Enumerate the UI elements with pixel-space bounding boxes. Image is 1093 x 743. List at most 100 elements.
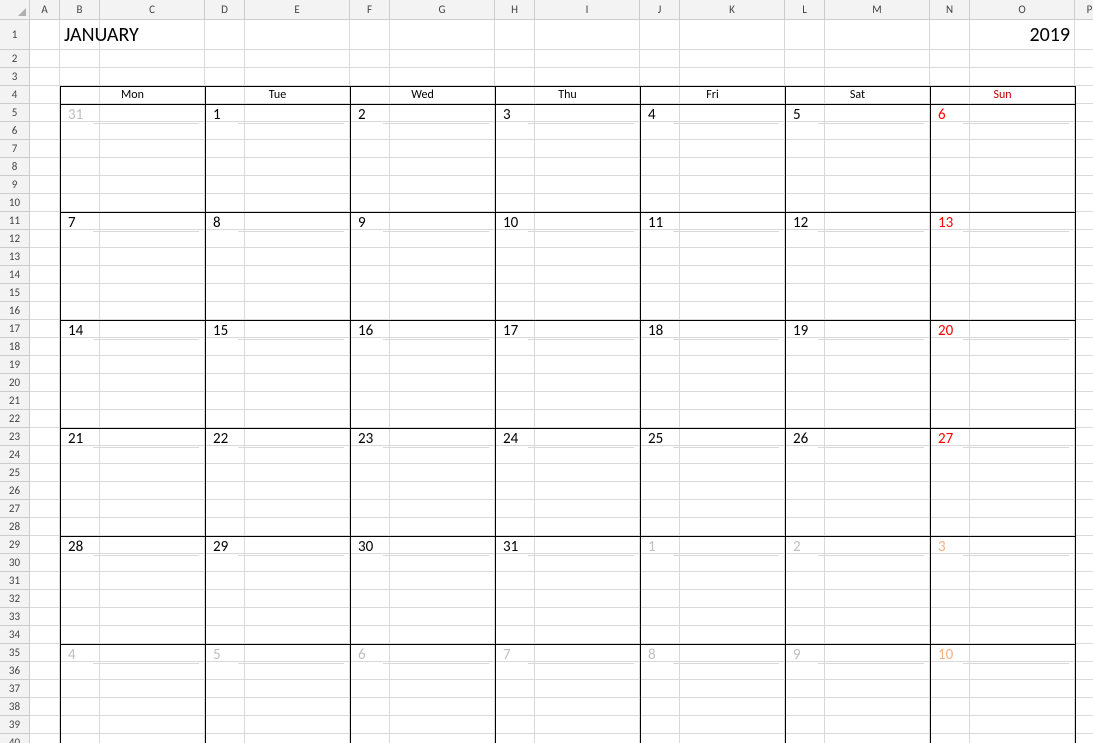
cell-C34[interactable]	[100, 626, 205, 644]
cell-A11[interactable]	[30, 212, 60, 230]
cell-G38[interactable]	[390, 698, 495, 716]
cell-L20[interactable]	[785, 374, 825, 392]
cell-H28[interactable]	[495, 518, 535, 536]
cell-N10[interactable]	[930, 194, 970, 212]
cell-C16[interactable]	[100, 302, 205, 320]
cell-C19[interactable]	[100, 356, 205, 374]
calendar-day[interactable]: 14	[60, 320, 205, 356]
calendar-day[interactable]: 8	[205, 212, 350, 248]
cell-J8[interactable]	[640, 158, 680, 176]
cell-O26[interactable]	[970, 482, 1075, 500]
cell-B16[interactable]	[60, 302, 100, 320]
cell-H19[interactable]	[495, 356, 535, 374]
cell-H37[interactable]	[495, 680, 535, 698]
cell-F21[interactable]	[350, 392, 390, 410]
cell-K40[interactable]	[680, 734, 785, 743]
row-header-34[interactable]: 34	[0, 626, 30, 644]
cell-L26[interactable]	[785, 482, 825, 500]
cell-K14[interactable]	[680, 266, 785, 284]
cell-M7[interactable]	[825, 140, 930, 158]
cell-J13[interactable]	[640, 248, 680, 266]
cell-J16[interactable]	[640, 302, 680, 320]
row-header-21[interactable]: 21	[0, 392, 30, 410]
cell-E8[interactable]	[245, 158, 350, 176]
cell-D15[interactable]	[205, 284, 245, 302]
cell-A27[interactable]	[30, 500, 60, 518]
row-header-29[interactable]: 29	[0, 536, 30, 554]
cell-P34[interactable]	[1075, 626, 1093, 644]
cell-H38[interactable]	[495, 698, 535, 716]
cell-G37[interactable]	[390, 680, 495, 698]
cell-C2[interactable]	[100, 50, 205, 68]
cell-M31[interactable]	[825, 572, 930, 590]
year-label[interactable]: 2019	[970, 20, 1075, 50]
row-header-3[interactable]: 3	[0, 68, 30, 86]
cell-N19[interactable]	[930, 356, 970, 374]
cell-E1[interactable]	[245, 20, 350, 50]
cell-P18[interactable]	[1075, 338, 1093, 356]
sheet-content[interactable]: JANUARY2019MonTueWedThuFriSatSun31123456…	[30, 20, 1093, 743]
cell-L13[interactable]	[785, 248, 825, 266]
cell-N13[interactable]	[930, 248, 970, 266]
row-header-30[interactable]: 30	[0, 554, 30, 572]
cell-O13[interactable]	[970, 248, 1075, 266]
cell-H13[interactable]	[495, 248, 535, 266]
cell-F22[interactable]	[350, 410, 390, 428]
cell-L27[interactable]	[785, 500, 825, 518]
cell-H34[interactable]	[495, 626, 535, 644]
cell-J40[interactable]	[640, 734, 680, 743]
cell-G40[interactable]	[390, 734, 495, 743]
cell-M13[interactable]	[825, 248, 930, 266]
calendar-day[interactable]: 17	[495, 320, 640, 356]
cell-K20[interactable]	[680, 374, 785, 392]
cell-O25[interactable]	[970, 464, 1075, 482]
cell-E9[interactable]	[245, 176, 350, 194]
cell-D20[interactable]	[205, 374, 245, 392]
select-all-corner[interactable]	[0, 0, 30, 20]
row-header-40[interactable]: 40	[0, 734, 30, 743]
cell-A3[interactable]	[30, 68, 60, 86]
cell-I7[interactable]	[535, 140, 640, 158]
cell-F37[interactable]	[350, 680, 390, 698]
cell-P12[interactable]	[1075, 230, 1093, 248]
cell-P8[interactable]	[1075, 158, 1093, 176]
cell-H33[interactable]	[495, 608, 535, 626]
cell-P7[interactable]	[1075, 140, 1093, 158]
cell-L34[interactable]	[785, 626, 825, 644]
cell-D26[interactable]	[205, 482, 245, 500]
row-header-20[interactable]: 20	[0, 374, 30, 392]
column-header-N[interactable]: N	[930, 0, 970, 20]
calendar-day[interactable]: 2	[785, 536, 930, 572]
cell-A25[interactable]	[30, 464, 60, 482]
row-header-23[interactable]: 23	[0, 428, 30, 446]
cell-F7[interactable]	[350, 140, 390, 158]
cell-A37[interactable]	[30, 680, 60, 698]
cell-K26[interactable]	[680, 482, 785, 500]
cell-D7[interactable]	[205, 140, 245, 158]
cell-P24[interactable]	[1075, 446, 1093, 464]
cell-P1[interactable]	[1075, 20, 1093, 50]
calendar-day[interactable]: 28	[60, 536, 205, 572]
cell-E34[interactable]	[245, 626, 350, 644]
cell-A7[interactable]	[30, 140, 60, 158]
cell-A10[interactable]	[30, 194, 60, 212]
cell-A2[interactable]	[30, 50, 60, 68]
cell-O40[interactable]	[970, 734, 1075, 743]
cell-C33[interactable]	[100, 608, 205, 626]
row-header-31[interactable]: 31	[0, 572, 30, 590]
cell-I20[interactable]	[535, 374, 640, 392]
cell-A20[interactable]	[30, 374, 60, 392]
cell-O15[interactable]	[970, 284, 1075, 302]
cell-M37[interactable]	[825, 680, 930, 698]
cell-I31[interactable]	[535, 572, 640, 590]
row-header-8[interactable]: 8	[0, 158, 30, 176]
cell-G15[interactable]	[390, 284, 495, 302]
column-header-I[interactable]: I	[535, 0, 640, 20]
cell-N27[interactable]	[930, 500, 970, 518]
cell-K34[interactable]	[680, 626, 785, 644]
cell-M40[interactable]	[825, 734, 930, 743]
cell-A32[interactable]	[30, 590, 60, 608]
row-header-39[interactable]: 39	[0, 716, 30, 734]
cell-P19[interactable]	[1075, 356, 1093, 374]
cell-K16[interactable]	[680, 302, 785, 320]
